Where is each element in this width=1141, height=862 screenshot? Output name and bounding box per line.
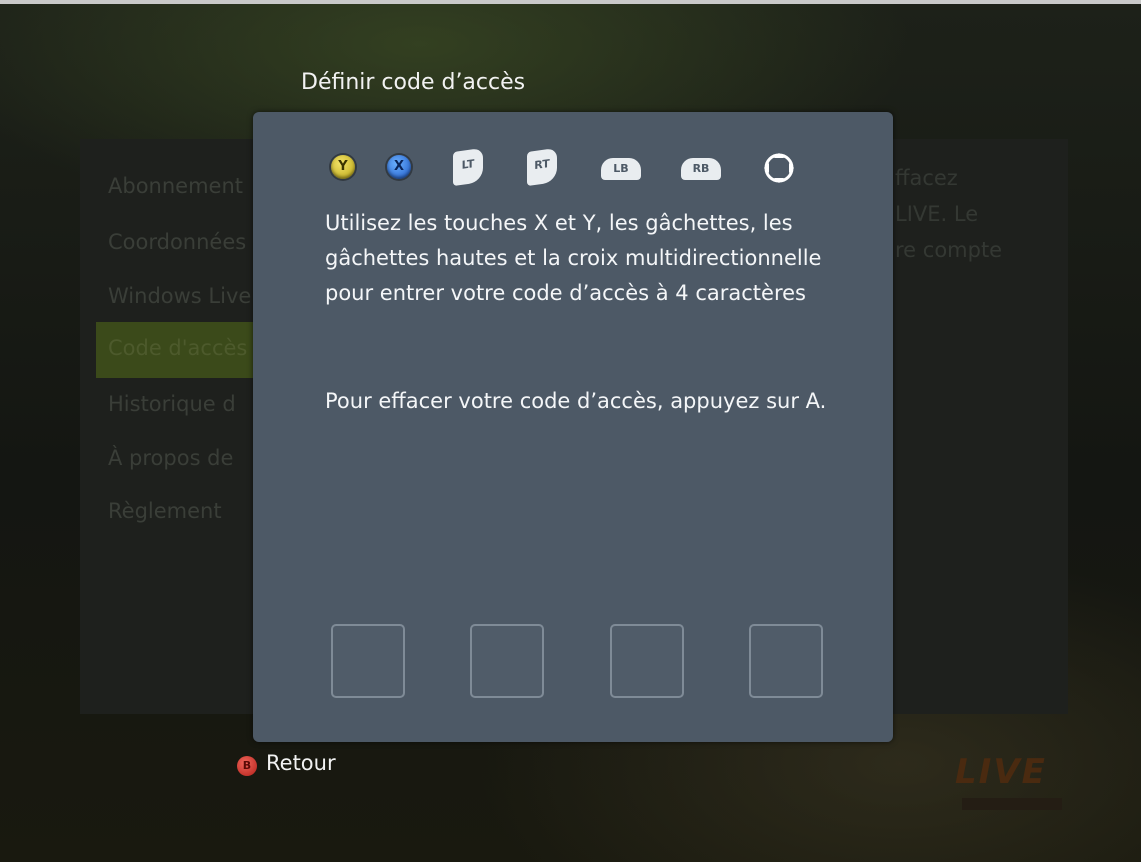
xbox-live-logo-subtext [962, 798, 1062, 810]
bg-menu-item-subscription: Abonnement [108, 174, 244, 198]
passcode-instructions: Utilisez les touches X et Y, les gâchett… [325, 211, 822, 305]
y-button-icon: Y [331, 155, 355, 179]
bg-menu-item-selected: Code d'accès [96, 322, 266, 378]
bg-menu-item-contact: Coordonnées [108, 230, 247, 254]
back-label[interactable]: Retour [266, 751, 336, 775]
bg-menu-item-windows-live: Windows Live [108, 284, 252, 308]
b-button-icon: B [237, 756, 257, 776]
passcode-slot-3[interactable] [610, 624, 684, 698]
dpad-icon [763, 152, 795, 184]
bg-description-line-1: ffacez [895, 166, 958, 190]
passcode-slot-4[interactable] [749, 624, 823, 698]
dialog-title: Définir code d’accès [301, 70, 526, 95]
x-button-icon: X [387, 155, 411, 179]
lb-bumper-icon: LB [601, 158, 641, 180]
passcode-slot-1[interactable] [331, 624, 405, 698]
bg-menu-item-passcode: Code d'accès [108, 336, 248, 360]
passcode-slot-2[interactable] [470, 624, 544, 698]
rb-bumper-icon: RB [681, 158, 721, 180]
passcode-dialog: Y X LT RT LB RB Utilisez les touches X e… [253, 112, 893, 742]
bg-menu-item-rules: Règlement [108, 499, 222, 523]
bg-description-line-3: re compte [895, 238, 1003, 262]
bg-menu-item-about: À propos de [108, 446, 234, 470]
console-screen: Abonnement Coordonnées Windows Live Code… [0, 0, 1141, 862]
lt-trigger-icon: LT [453, 147, 483, 187]
xbox-live-logo: LIVE [955, 752, 1047, 792]
rt-trigger-icon: RT [527, 147, 557, 187]
bg-menu-item-history: Historique d [108, 392, 236, 416]
clear-passcode-hint: Pour effacer votre code d’accès, appuyez… [325, 389, 827, 413]
bg-description-line-2: LIVE. Le [895, 202, 979, 226]
